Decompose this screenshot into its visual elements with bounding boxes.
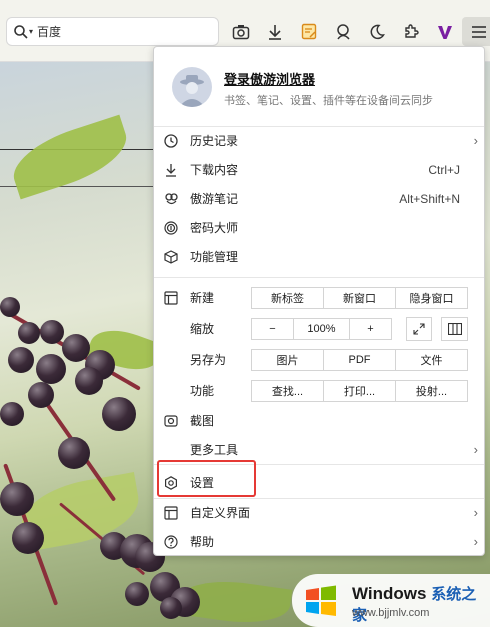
menu-item-label: 历史记录 [190,134,239,148]
zoom-level-value: 100% [293,318,350,340]
menu-item-label: 更多工具 [190,443,239,457]
extensions-icon[interactable] [394,17,428,46]
menu-item-capture[interactable]: 截图 [154,406,484,435]
chevron-right-icon: › [473,133,478,148]
menu-item-label: 帮助 [190,535,215,549]
menu-item-features[interactable]: 功能管理 [154,242,484,271]
menu-item-label: 下载内容 [190,163,239,177]
help-icon [163,534,179,550]
shortcut-label: Ctrl+J [428,162,460,177]
clock-icon [163,133,179,149]
notes-bird-icon [163,191,179,207]
site-watermark: Windows 系统之家 www.bjjmlv.com [292,574,490,627]
new-window-icon [163,290,179,306]
menu-item-passwords[interactable]: 密码大师 [154,213,484,242]
menu-item-label: 新建 [190,291,215,305]
login-title[interactable]: 登录傲游浏览器 [224,69,315,88]
search-icon[interactable] [13,24,29,40]
avatar[interactable] [172,67,212,107]
print-button[interactable]: 打印... [323,380,396,402]
menu-item-downloads[interactable]: 下载内容 Ctrl+J [154,155,484,184]
chevron-right-icon: › [473,505,478,520]
screenshot-icon[interactable] [224,17,258,46]
save-image-button[interactable]: 图片 [251,349,324,371]
menu-item-history[interactable]: 历史记录 › [154,126,484,155]
search-engine-dropdown-icon[interactable]: ▾ [29,27,33,36]
menu-item-help[interactable]: 帮助 › [154,527,484,556]
menu-item-label: 密码大师 [190,221,239,235]
menu-divider [154,277,484,278]
account-login-panel[interactable]: 登录傲游浏览器 书签、笔记、设置、插件等在设备间云同步 [154,47,484,127]
watermark-url: www.bjjmlv.com [352,607,430,619]
camera-icon [163,413,179,429]
download-icon [163,162,179,178]
login-subtitle: 书签、笔记、设置、插件等在设备间云同步 [224,95,433,107]
save-pdf-button[interactable]: PDF [323,349,396,371]
chevron-right-icon: › [473,534,478,549]
chevron-right-icon: › [473,442,478,457]
shortcut-label: Alt+Shift+N [399,191,460,206]
new-tab-button[interactable]: 新标签 [251,287,324,309]
notes-icon[interactable] [292,17,326,46]
browser-main-menu: 登录傲游浏览器 书签、笔记、设置、插件等在设备间云同步 历史记录 › 下载内容 … [153,46,485,556]
find-button[interactable]: 查找... [251,380,324,402]
search-engine-label: 百度 [37,25,62,39]
fullscreen-icon[interactable] [406,317,432,341]
split-view-icon[interactable] [441,317,468,341]
new-window-button[interactable]: 新窗口 [323,287,396,309]
windows-logo-icon [306,585,336,616]
incognito-window-button[interactable]: 隐身窗口 [395,287,468,309]
menu-item-notes[interactable]: 傲游笔记 Alt+Shift+N [154,184,484,213]
menu-icon[interactable] [462,17,490,46]
menu-item-customize[interactable]: 自定义界面 › [154,498,484,527]
menu-item-label: 另存为 [190,353,227,367]
cube-icon [163,249,179,265]
v-logo-icon[interactable] [428,17,462,46]
zoom-out-button[interactable]: − [251,318,294,340]
menu-item-label: 截图 [190,414,215,428]
fingerprint-icon [163,220,179,236]
settings-highlight-box [157,460,256,497]
save-file-button[interactable]: 文件 [395,349,468,371]
menu-item-label: 功能 [190,384,215,398]
menu-item-label: 缩放 [190,322,215,336]
menu-item-label: 自定义界面 [190,506,251,520]
night-mode-icon[interactable] [360,17,394,46]
cast-button[interactable]: 投射... [395,380,468,402]
layout-icon [163,505,179,521]
download-icon[interactable] [258,17,292,46]
password-icon[interactable] [326,17,360,46]
zoom-in-button[interactable]: + [349,318,392,340]
menu-item-label: 傲游笔记 [190,192,239,206]
menu-item-label: 功能管理 [190,250,239,264]
search-box[interactable]: ▾ 百度 [6,17,219,46]
